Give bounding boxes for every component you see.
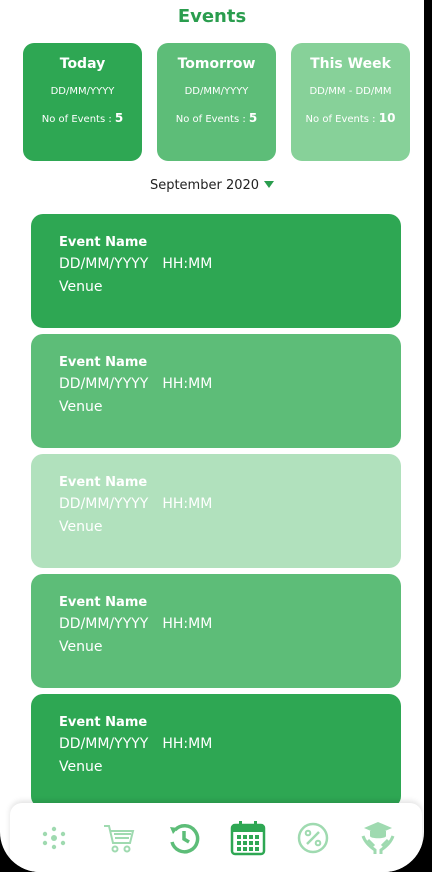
- event-card[interactable]: Event Name DD/MM/YYYY HH:MM Venue: [31, 334, 401, 448]
- event-list: Event Name DD/MM/YYYY HH:MM Venue Event N…: [31, 214, 401, 814]
- event-venue: Venue: [59, 639, 103, 655]
- event-card[interactable]: Event Name DD/MM/YYYY HH:MM Venue: [31, 574, 401, 688]
- event-name: Event Name: [59, 355, 148, 370]
- event-datetime: DD/MM/YYYY HH:MM: [59, 736, 213, 752]
- event-venue: Venue: [59, 759, 103, 775]
- summary-card-count: No of Events : 5: [175, 111, 258, 125]
- summary-card-date: DD/MM - DD/MM: [309, 86, 392, 97]
- event-venue: Venue: [59, 399, 103, 415]
- event-card[interactable]: Event Name DD/MM/YYYY HH:MM Venue: [31, 454, 401, 568]
- event-name: Event Name: [59, 235, 148, 250]
- event-datetime: DD/MM/YYYY HH:MM: [59, 256, 213, 272]
- month-label: September 2020: [149, 178, 260, 193]
- summary-card-tomorrow[interactable]: Tomorrow DD/MM/YYYY No of Events : 5: [157, 43, 276, 161]
- history-icon: [169, 823, 199, 853]
- event-venue: Venue: [59, 279, 103, 295]
- event-card[interactable]: Event Name DD/MM/YYYY HH:MM Venue: [31, 694, 401, 808]
- event-name: Event Name: [59, 475, 148, 490]
- summary-card-date: DD/MM/YYYY: [50, 86, 115, 97]
- event-name: Event Name: [59, 595, 148, 610]
- nav-network[interactable]: [34, 818, 74, 858]
- graduation-hands-icon: [361, 821, 395, 854]
- cart-icon: [103, 824, 135, 852]
- nav-education[interactable]: [358, 818, 398, 858]
- screen-edge: [424, 0, 432, 872]
- summary-card-title: This Week: [310, 56, 391, 72]
- calendar-icon: [231, 820, 266, 855]
- network-icon: [43, 826, 66, 849]
- phone-screen: Events Today DD/MM/YYYY No of Events : 5…: [0, 0, 424, 872]
- summary-card-today[interactable]: Today DD/MM/YYYY No of Events : 5: [23, 43, 142, 161]
- summary-card-title: Today: [59, 56, 106, 72]
- percent-icon: [297, 822, 329, 853]
- summary-card-date: DD/MM/YYYY: [184, 86, 249, 97]
- nav-cart[interactable]: [99, 818, 139, 858]
- event-name: Event Name: [59, 715, 148, 730]
- chevron-down-icon: [264, 181, 275, 188]
- nav-offers[interactable]: [293, 818, 333, 858]
- event-venue: Venue: [59, 519, 103, 535]
- page-title: Events: [177, 6, 247, 27]
- nav-history[interactable]: [164, 818, 204, 858]
- event-card[interactable]: Event Name DD/MM/YYYY HH:MM Venue: [31, 214, 401, 328]
- summary-card-count: No of Events : 5: [41, 111, 124, 125]
- summary-card-this-week[interactable]: This Week DD/MM - DD/MM No of Events : 1…: [291, 43, 410, 161]
- bottom-nav: [10, 803, 422, 872]
- event-datetime: DD/MM/YYYY HH:MM: [59, 496, 213, 512]
- nav-calendar[interactable]: [228, 818, 268, 858]
- month-selector[interactable]: September 2020: [0, 178, 424, 193]
- summary-cards: Today DD/MM/YYYY No of Events : 5 Tomorr…: [23, 43, 410, 161]
- event-datetime: DD/MM/YYYY HH:MM: [59, 376, 213, 392]
- event-datetime: DD/MM/YYYY HH:MM: [59, 616, 213, 632]
- summary-card-count: No of Events : 10: [305, 111, 396, 125]
- summary-card-title: Tomorrow: [177, 56, 256, 72]
